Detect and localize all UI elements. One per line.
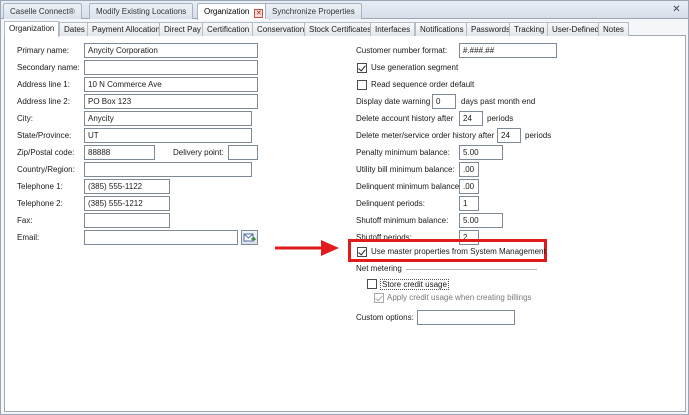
state-province-label: State/Province: — [17, 131, 72, 140]
primary-name-label: Primary name: — [17, 46, 70, 55]
primary-name-input[interactable]: Anycity Corporation — [84, 43, 258, 58]
telephone-2-label: Telephone 2: — [17, 199, 63, 208]
email-icon — [243, 233, 257, 242]
doc-tab-label: Organization — [204, 7, 250, 16]
country-region-label: Country/Region: — [17, 165, 75, 174]
tab-notifications[interactable]: Notifications — [415, 22, 469, 36]
email-input[interactable] — [84, 230, 238, 245]
doc-tab-label: Modify Existing Locations — [96, 7, 187, 16]
penalty-min-balance-label: Penalty minimum balance: — [356, 148, 450, 157]
doc-tab-caselle-connect[interactable]: Caselle Connect® — [3, 3, 82, 19]
apply-credit-usage-label: Apply credit usage when creating billing… — [387, 293, 532, 302]
telephone-1-label: Telephone 1: — [17, 182, 63, 191]
organization-panel: Primary name: Anycity Corporation Second… — [4, 36, 686, 412]
section-tab-bar: Organization Dates Payment Allocation Di… — [4, 21, 686, 37]
delinquent-min-balance-label: Delinquent minimum balance: — [356, 182, 462, 191]
tab-notes[interactable]: Notes — [598, 22, 629, 36]
tab-passwords[interactable]: Passwords — [466, 22, 516, 36]
zip-postal-code-input[interactable]: 88888 — [84, 145, 155, 160]
close-icon[interactable]: ✕ — [671, 4, 682, 15]
application-window: Caselle Connect® Modify Existing Locatio… — [0, 0, 689, 415]
utility-bill-min-balance-input[interactable]: .00 — [459, 162, 479, 177]
net-metering-label: Net metering — [356, 264, 402, 273]
read-sequence-order-default-label: Read sequence order default — [371, 80, 475, 89]
apply-credit-usage-checkbox[interactable] — [374, 293, 384, 303]
address-line-1-input[interactable]: 10 N Commerce Ave — [84, 77, 258, 92]
delete-account-history-suffix: periods — [487, 114, 514, 123]
delinquent-periods-label: Delinquent periods: — [356, 199, 425, 208]
use-generation-segment-checkbox[interactable] — [357, 63, 367, 73]
document-tab-bar: Caselle Connect® Modify Existing Locatio… — [1, 1, 688, 20]
arrow-icon — [275, 240, 339, 256]
tab-interfaces[interactable]: Interfaces — [370, 22, 416, 36]
shutoff-min-balance-label: Shutoff minimum balance: — [356, 216, 449, 225]
delete-meter-history-suffix: periods — [525, 131, 552, 140]
address-line-2-input[interactable]: PO Box 123 — [84, 94, 258, 109]
display-date-warning-suffix: days past month end — [461, 97, 536, 106]
doc-tab-synchronize-properties[interactable]: Synchronize Properties — [265, 3, 362, 19]
address-line-2-label: Address line 2: — [17, 97, 70, 106]
fax-label: Fax: — [17, 216, 33, 225]
tab-payment-allocation[interactable]: Payment Allocation — [87, 22, 166, 36]
delivery-point-input[interactable] — [228, 145, 258, 160]
customer-number-format-input[interactable]: #.###.## — [459, 43, 557, 58]
tab-direct-pay[interactable]: Direct Pay — [159, 22, 206, 36]
tab-stock-certificates[interactable]: Stock Certificates — [304, 22, 377, 36]
secondary-name-label: Secondary name: — [17, 63, 80, 72]
use-generation-segment-label: Use generation segment — [371, 63, 459, 72]
custom-options-label: Custom options: — [356, 313, 414, 322]
state-province-input[interactable]: UT — [84, 128, 252, 143]
country-region-input[interactable] — [84, 162, 252, 177]
delete-account-history-label: Delete account history after — [356, 114, 454, 123]
display-date-warning-label: Display date warning — [356, 97, 431, 106]
delinquent-min-balance-input[interactable]: .00 — [459, 179, 479, 194]
doc-tab-label: Synchronize Properties — [272, 7, 355, 16]
tab-certification[interactable]: Certification — [202, 22, 255, 36]
telephone-1-input[interactable]: (385) 555-1122 — [84, 179, 170, 194]
use-master-properties-checkbox[interactable] — [357, 247, 367, 257]
tab-user-defined[interactable]: User-Defined — [547, 22, 605, 36]
delivery-point-label: Delivery point: — [173, 148, 224, 157]
address-line-1-label: Address line 1: — [17, 80, 70, 89]
send-email-button[interactable] — [241, 230, 258, 245]
delete-meter-history-input[interactable]: 24 — [497, 128, 521, 143]
penalty-min-balance-input[interactable]: 5.00 — [459, 145, 503, 160]
city-label: City: — [17, 114, 33, 123]
tab-dates[interactable]: Dates — [59, 22, 90, 36]
telephone-2-input[interactable]: (385) 555-1212 — [84, 196, 170, 211]
delete-account-history-input[interactable]: 24 — [459, 111, 483, 126]
tab-conservation[interactable]: Conservation — [252, 22, 310, 36]
doc-tab-organization[interactable]: Organization ✕ — [197, 3, 271, 20]
tab-tracking[interactable]: Tracking — [509, 22, 550, 36]
net-metering-divider — [406, 269, 537, 270]
delinquent-periods-input[interactable]: 1 — [459, 196, 479, 211]
tab-organization[interactable]: Organization — [4, 21, 60, 37]
fax-input[interactable] — [84, 213, 170, 228]
utility-bill-min-balance-label: Utility bill minimum balance: — [356, 165, 455, 174]
shutoff-min-balance-input[interactable]: 5.00 — [459, 213, 503, 228]
doc-tab-label: Caselle Connect® — [10, 7, 75, 16]
doc-tab-modify-existing-locations[interactable]: Modify Existing Locations — [89, 3, 194, 19]
delete-meter-history-label: Delete meter/service order history after — [356, 131, 495, 140]
customer-number-format-label: Customer number format: — [356, 46, 448, 55]
email-label: Email: — [17, 233, 40, 242]
zip-postal-code-label: Zip/Postal code: — [17, 148, 75, 157]
store-credit-usage-label: Store credit usage — [380, 279, 449, 290]
close-tab-icon[interactable]: ✕ — [254, 9, 264, 18]
display-date-warning-input[interactable]: 0 — [432, 94, 456, 109]
use-master-properties-label: Use master properties from System Manage… — [371, 247, 546, 256]
read-sequence-order-default-checkbox[interactable] — [357, 80, 367, 90]
custom-options-input[interactable] — [417, 310, 515, 325]
city-input[interactable]: Anycity — [84, 111, 252, 126]
secondary-name-input[interactable] — [84, 60, 258, 75]
store-credit-usage-checkbox[interactable] — [367, 279, 377, 289]
